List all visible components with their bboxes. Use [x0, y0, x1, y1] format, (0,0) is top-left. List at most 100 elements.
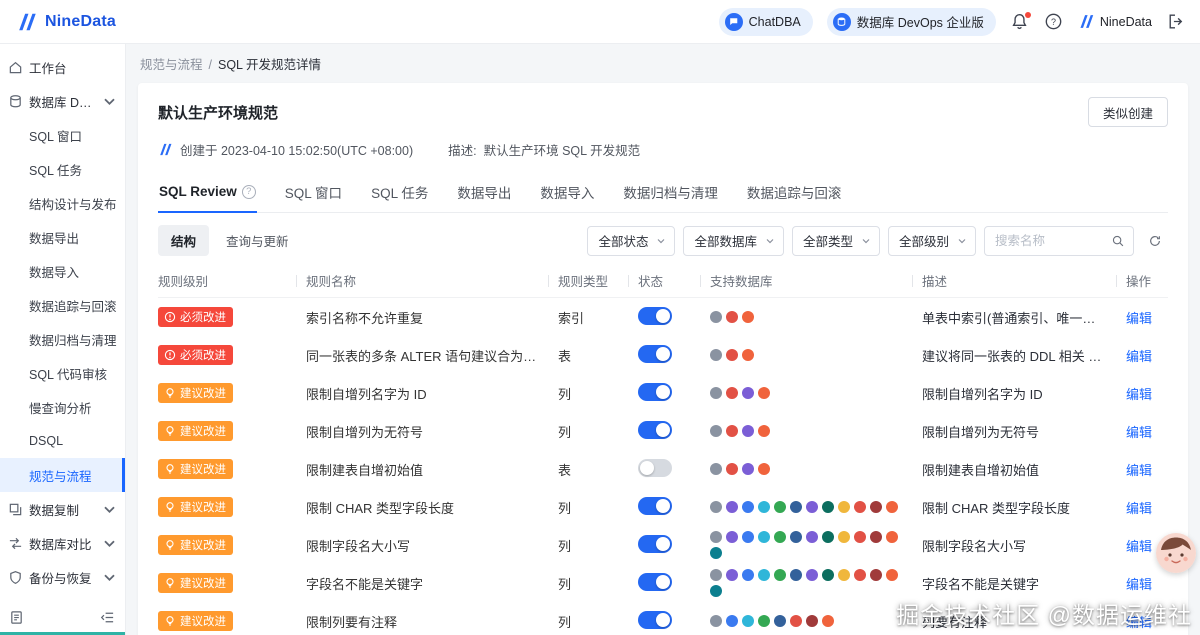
db-icon — [710, 615, 722, 627]
tab-data-archive-clean[interactable]: 数据归档与清理 — [622, 174, 719, 212]
db-icon — [822, 615, 834, 627]
edit-link[interactable]: 编辑 — [1126, 349, 1152, 364]
tab-sql-task[interactable]: SQL 任务 — [370, 174, 429, 212]
db-icon — [790, 531, 802, 543]
sidebar-item-data-export[interactable]: 数据导出 — [0, 220, 125, 254]
sidebar-item-dsql[interactable]: DSQL — [0, 424, 125, 458]
document-icon[interactable] — [9, 610, 24, 625]
tab-label: SQL 窗口 — [284, 186, 343, 201]
sidebar-item-data-trace-rollback[interactable]: 数据追踪与回滚 — [0, 288, 125, 322]
bell-icon[interactable] — [1010, 11, 1031, 32]
db-icon — [838, 531, 850, 543]
db-icon — [758, 569, 770, 581]
db-icon — [758, 615, 770, 627]
status-toggle[interactable] — [638, 534, 672, 553]
sidebar-item-label: SQL 任务 — [29, 163, 83, 178]
sidebar-item-sql-code-review[interactable]: SQL 代码审核 — [0, 356, 125, 390]
collapse-sidebar-icon[interactable] — [100, 610, 115, 625]
sidebar-item-db-devops[interactable]: 数据库 DevOps — [0, 84, 125, 118]
rule-level-label: 建议改进 — [180, 540, 226, 552]
edit-link[interactable]: 编辑 — [1126, 387, 1152, 402]
bulb-icon — [164, 501, 176, 513]
spec-detail-card: 默认生产环境规范 类似创建 创建于 2023-04-10 15:02:50(UT… — [138, 83, 1188, 635]
db-icon — [790, 501, 802, 513]
copy-icon — [8, 502, 23, 517]
db-icon — [870, 531, 882, 543]
filter-select-database[interactable]: 全部数据库 — [683, 225, 784, 256]
subtab-query-update[interactable]: 查询与更新 — [213, 225, 302, 256]
filter-select-level[interactable]: 全部级别 — [887, 225, 976, 256]
breadcrumb-parent[interactable]: 规范与流程 — [140, 58, 203, 72]
rule-type: 列 — [558, 576, 572, 592]
tab-sql-review[interactable]: SQL Review? — [158, 174, 257, 213]
sidebar-item-sql-task[interactable]: SQL 任务 — [0, 152, 125, 186]
rule-level-badge: 建议改进 — [158, 383, 233, 403]
status-toggle[interactable] — [638, 496, 672, 515]
search-icon[interactable] — [1111, 234, 1125, 248]
sidebar-item-spec-process[interactable]: 规范与流程 — [0, 458, 125, 492]
exit-icon[interactable] — [1166, 12, 1186, 32]
tab-data-trace-rollback[interactable]: 数据追踪与回滚 — [746, 174, 843, 212]
assistant-avatar[interactable] — [1156, 533, 1196, 573]
edit-link[interactable]: 编辑 — [1126, 577, 1152, 592]
help-icon[interactable]: ? — [1044, 12, 1064, 32]
info-icon: ? — [241, 184, 256, 199]
sidebar-item-sql-window[interactable]: SQL 窗口 — [0, 118, 125, 152]
sidebar-item-slow-query-analysis[interactable]: 慢查询分析 — [0, 390, 125, 424]
sidebar-item-label: 工作台 — [29, 61, 67, 76]
edit-link[interactable]: 编辑 — [1126, 501, 1152, 516]
status-toggle[interactable] — [638, 458, 672, 477]
status-toggle[interactable] — [638, 382, 672, 401]
edit-link[interactable]: 编辑 — [1126, 463, 1152, 478]
chevron-down-icon — [656, 236, 666, 246]
rule-type: 列 — [558, 614, 572, 630]
account-menu[interactable]: NineData — [1078, 13, 1152, 30]
status-toggle[interactable] — [638, 420, 672, 439]
sidebar-item-db-compare[interactable]: 数据库对比 — [0, 526, 125, 560]
description-text: 默认生产环境 SQL 开发规范 — [483, 144, 641, 158]
chatdba-button[interactable]: ChatDBA — [718, 7, 813, 36]
sidebar-item-data-archive-clean[interactable]: 数据归档与清理 — [0, 322, 125, 356]
card-header: 默认生产环境规范 类似创建 — [158, 97, 1168, 127]
sidebar-item-data-replication[interactable]: 数据复制 — [0, 492, 125, 526]
rule-name: 限制建表自增初始值 — [306, 462, 424, 478]
db-icon — [742, 387, 754, 399]
rule-status-cell — [628, 306, 700, 328]
sidebar-item-schema-design-publish[interactable]: 结构设计与发布 — [0, 186, 125, 220]
rule-desc: 限制字段名大小写 — [922, 538, 1027, 554]
tab-label: SQL 任务 — [371, 186, 429, 201]
rule-desc: 限制自增列名字为 ID — [922, 386, 1043, 402]
clone-spec-button[interactable]: 类似创建 — [1087, 97, 1168, 127]
rule-type: 列 — [558, 500, 572, 516]
sidebar-item-workbench[interactable]: 工作台 — [0, 50, 125, 84]
subtab-structure[interactable]: 结构 — [158, 225, 210, 256]
filter-select-type[interactable]: 全部类型 — [791, 225, 880, 256]
rule-row: 必须改进 索引名称不允许重复 索引 单表中索引(普通索引、唯一键、外键)名称... 编辑 — [158, 298, 1168, 336]
rule-actions-cell: 编辑 — [1116, 308, 1168, 327]
sidebar-item-label: 数据复制 — [29, 503, 80, 518]
refresh-icon[interactable] — [1142, 228, 1168, 254]
edit-link[interactable]: 编辑 — [1126, 425, 1152, 440]
status-toggle[interactable] — [638, 306, 672, 325]
edit-link[interactable]: 编辑 — [1126, 539, 1152, 554]
status-toggle[interactable] — [638, 572, 672, 591]
rule-desc: 建议将同一张表的 DDL 相关 SQL 合并, ... — [922, 348, 1116, 364]
db-icon — [870, 501, 882, 513]
edition-button[interactable]: 数据库 DevOps 企业版 — [826, 7, 996, 36]
rule-level-badge: 建议改进 — [158, 497, 233, 517]
sidebar-item-backup-restore[interactable]: 备份与恢复 — [0, 560, 125, 594]
rule-desc: 字段名不能是关键字 — [922, 576, 1040, 592]
status-toggle[interactable] — [638, 610, 672, 629]
status-toggle[interactable] — [638, 344, 672, 363]
created-at-text: 创建于 2023-04-10 15:02:50(UTC +08:00) — [180, 144, 414, 158]
tab-data-import[interactable]: 数据导入 — [539, 174, 595, 212]
filter-select-status[interactable]: 全部状态 — [587, 225, 676, 256]
edit-link[interactable]: 编辑 — [1126, 615, 1152, 630]
edit-link[interactable]: 编辑 — [1126, 311, 1152, 326]
tab-sql-window[interactable]: SQL 窗口 — [284, 174, 343, 212]
select-value: 全部数据库 — [694, 235, 757, 249]
search-input[interactable] — [995, 233, 1105, 248]
sidebar-item-data-import[interactable]: 数据导入 — [0, 254, 125, 288]
tab-data-export[interactable]: 数据导出 — [456, 174, 512, 212]
breadcrumb-current: SQL 开发规范详情 — [218, 58, 322, 72]
